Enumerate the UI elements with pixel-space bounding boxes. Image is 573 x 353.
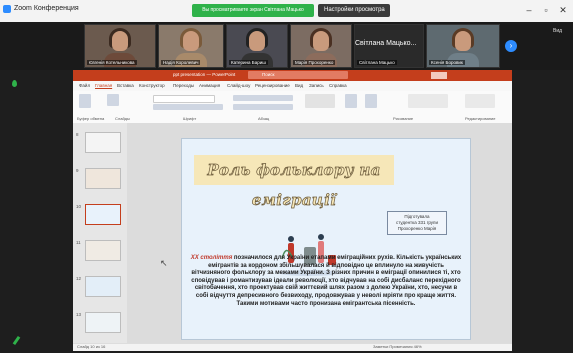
- participant-tile[interactable]: Катерина Бариш: [226, 24, 288, 68]
- participant-name: Євгенія Котельникова: [87, 60, 137, 65]
- editing-group[interactable]: [465, 94, 495, 108]
- quick-styles-icon[interactable]: [365, 94, 377, 108]
- screen-share-banner: Вы просматриваете экран Світлана Мацько: [192, 4, 314, 17]
- menu-item-view[interactable]: Вид: [295, 83, 303, 88]
- slide-body-text: XX століття позначилося для України етап…: [190, 255, 462, 308]
- slide-thumbnails-pane: [73, 123, 128, 343]
- next-page-button[interactable]: ›: [505, 40, 517, 52]
- menu-item-home[interactable]: Главная: [95, 83, 112, 88]
- thumb-number: 9: [76, 168, 79, 173]
- shape-fill-group[interactable]: [408, 94, 448, 108]
- menu-item-insert[interactable]: Вставка: [117, 83, 134, 88]
- slide-counter: Слайд 10 из 16: [77, 344, 106, 349]
- close-icon[interactable]: ✕: [557, 3, 569, 17]
- ppt-doc-title: ppt presentation — PowerPoint: [173, 72, 236, 77]
- menu-item-review[interactable]: Рецензирование: [255, 83, 290, 88]
- slide-thumbnail[interactable]: [85, 132, 121, 153]
- menu-item-animations[interactable]: Анимация: [199, 83, 220, 88]
- thumb-number: 10: [76, 204, 82, 209]
- participant-tile[interactable]: Євгенія Котельникова: [84, 24, 156, 68]
- slide-thumbnail[interactable]: [85, 168, 121, 189]
- menu-item-design[interactable]: Конструктор: [139, 83, 165, 88]
- menu-item-record[interactable]: Запись: [309, 83, 324, 88]
- participant-name: Марія Прохоренко: [293, 60, 336, 65]
- ribbon-group-label: Редактирование: [465, 116, 496, 121]
- thumb-number: 11: [76, 240, 81, 245]
- font-name-select[interactable]: [153, 95, 215, 103]
- current-slide[interactable]: Роль фольклору на еміграції Підготувала …: [181, 138, 471, 340]
- ppt-search-box[interactable]: Поиск: [248, 71, 348, 79]
- participant-name: Ксенія Боровик: [429, 60, 465, 65]
- participant-tile[interactable]: Надія Королевич: [158, 24, 224, 68]
- maximize-icon[interactable]: ▫: [540, 3, 552, 17]
- body-text: позначилося для України етапами еміграці…: [191, 255, 462, 307]
- slide-thumbnail[interactable]: [85, 240, 121, 261]
- ribbon-group-label: Буфер обмена: [77, 116, 105, 121]
- ppt-signin-button[interactable]: [431, 72, 447, 79]
- new-slide-icon[interactable]: [107, 94, 119, 106]
- participant-tile[interactable]: Ксенія Боровик: [426, 24, 500, 68]
- slide-thumbnail-selected[interactable]: [85, 204, 121, 225]
- align-row[interactable]: [233, 104, 293, 110]
- view-label[interactable]: Вид: [553, 28, 562, 34]
- ribbon-group-label: Слайды: [115, 116, 130, 121]
- menu-item-file[interactable]: Файл: [79, 83, 90, 88]
- author-line: Прохоренко Марія: [397, 226, 437, 231]
- location-pin-icon: [12, 80, 17, 87]
- annotate-pencil-icon[interactable]: [12, 335, 21, 346]
- thumb-number: 13: [76, 312, 82, 317]
- ribbon-group-label: Абзац: [258, 116, 270, 121]
- ribbon-group-label: Рисование: [393, 116, 414, 121]
- zoom-logo-icon: [3, 5, 11, 13]
- font-format-row[interactable]: [153, 104, 223, 110]
- menu-item-transitions[interactable]: Переходы: [173, 83, 194, 88]
- participant-display-name: Світлана Мацько...: [355, 40, 417, 47]
- participant-tile[interactable]: Марія Прохоренко: [290, 24, 352, 68]
- shapes-gallery[interactable]: [305, 94, 335, 108]
- slide-title: Роль фольклору на еміграції: [207, 161, 381, 210]
- author-box: Підготувала студентка 331 групи Прохорен…: [387, 211, 447, 235]
- paste-icon[interactable]: [79, 94, 91, 108]
- slide-thumbnail[interactable]: [85, 276, 121, 297]
- thumb-number: 12: [76, 276, 82, 281]
- thumb-number: 8: [76, 132, 79, 137]
- slide-thumbnail[interactable]: [85, 312, 121, 333]
- body-highlight: XX століття: [190, 255, 233, 261]
- participant-name: Надія Королевич: [161, 60, 201, 65]
- status-right-controls[interactable]: Заметки Примечания 46%: [373, 344, 422, 349]
- mouse-cursor-icon: ↖: [160, 258, 168, 268]
- powerpoint-window: ppt presentation — PowerPoint Поиск Файл…: [73, 70, 512, 351]
- window-title: Zoom Конференция: [14, 5, 79, 12]
- minimize-icon[interactable]: –: [523, 3, 535, 17]
- paragraph-row[interactable]: [233, 95, 293, 101]
- participant-name: Світлана Мацько: [357, 60, 397, 65]
- menu-item-slideshow[interactable]: Слайд-шоу: [227, 83, 250, 88]
- ppt-status-bar: [73, 343, 512, 351]
- arrange-icon[interactable]: [345, 94, 357, 108]
- view-options-button[interactable]: Настройки просмотра: [318, 4, 390, 17]
- ribbon-group-label: Шрифт: [183, 116, 197, 121]
- menu-item-help[interactable]: Справка: [329, 83, 347, 88]
- participant-name: Катерина Бариш: [229, 60, 268, 65]
